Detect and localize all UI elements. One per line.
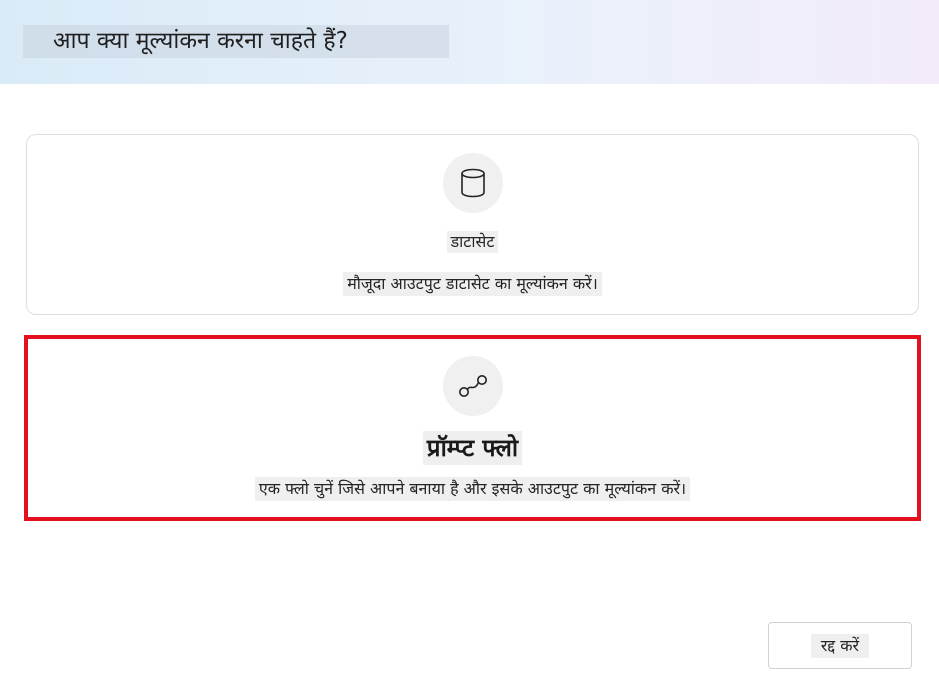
prompt-flow-description: एक फ्लो चुनें जिसे आपने बनाया है और इसके… bbox=[28, 477, 917, 501]
prompt-flow-title: प्रॉम्प्ट फ्लो bbox=[28, 431, 917, 465]
dialog-title: आप क्या मूल्यांकन करना चाहते हैं? bbox=[23, 25, 449, 58]
dialog-header: आप क्या मूल्यांकन करना चाहते हैं? bbox=[0, 0, 939, 84]
cancel-button-label: रद्द करें bbox=[810, 633, 870, 658]
dataset-icon-badge bbox=[443, 153, 503, 213]
database-icon bbox=[461, 168, 485, 198]
option-card-prompt-flow[interactable]: प्रॉम्प्ट फ्लो एक फ्लो चुनें जिसे आपने ब… bbox=[24, 335, 921, 521]
dataset-title: डाटासेट bbox=[27, 231, 918, 253]
evaluate-dialog: आप क्या मूल्यांकन करना चाहते हैं? डाटासे… bbox=[0, 0, 939, 679]
cancel-button[interactable]: रद्द करें bbox=[768, 622, 912, 669]
option-card-dataset[interactable]: डाटासेट मौजूदा आउटपुट डाटासेट का मूल्यां… bbox=[26, 134, 919, 315]
flow-icon-badge bbox=[443, 356, 503, 416]
flow-icon bbox=[459, 375, 487, 397]
dataset-description: मौजूदा आउटपुट डाटासेट का मूल्यांकन करें। bbox=[27, 272, 918, 296]
